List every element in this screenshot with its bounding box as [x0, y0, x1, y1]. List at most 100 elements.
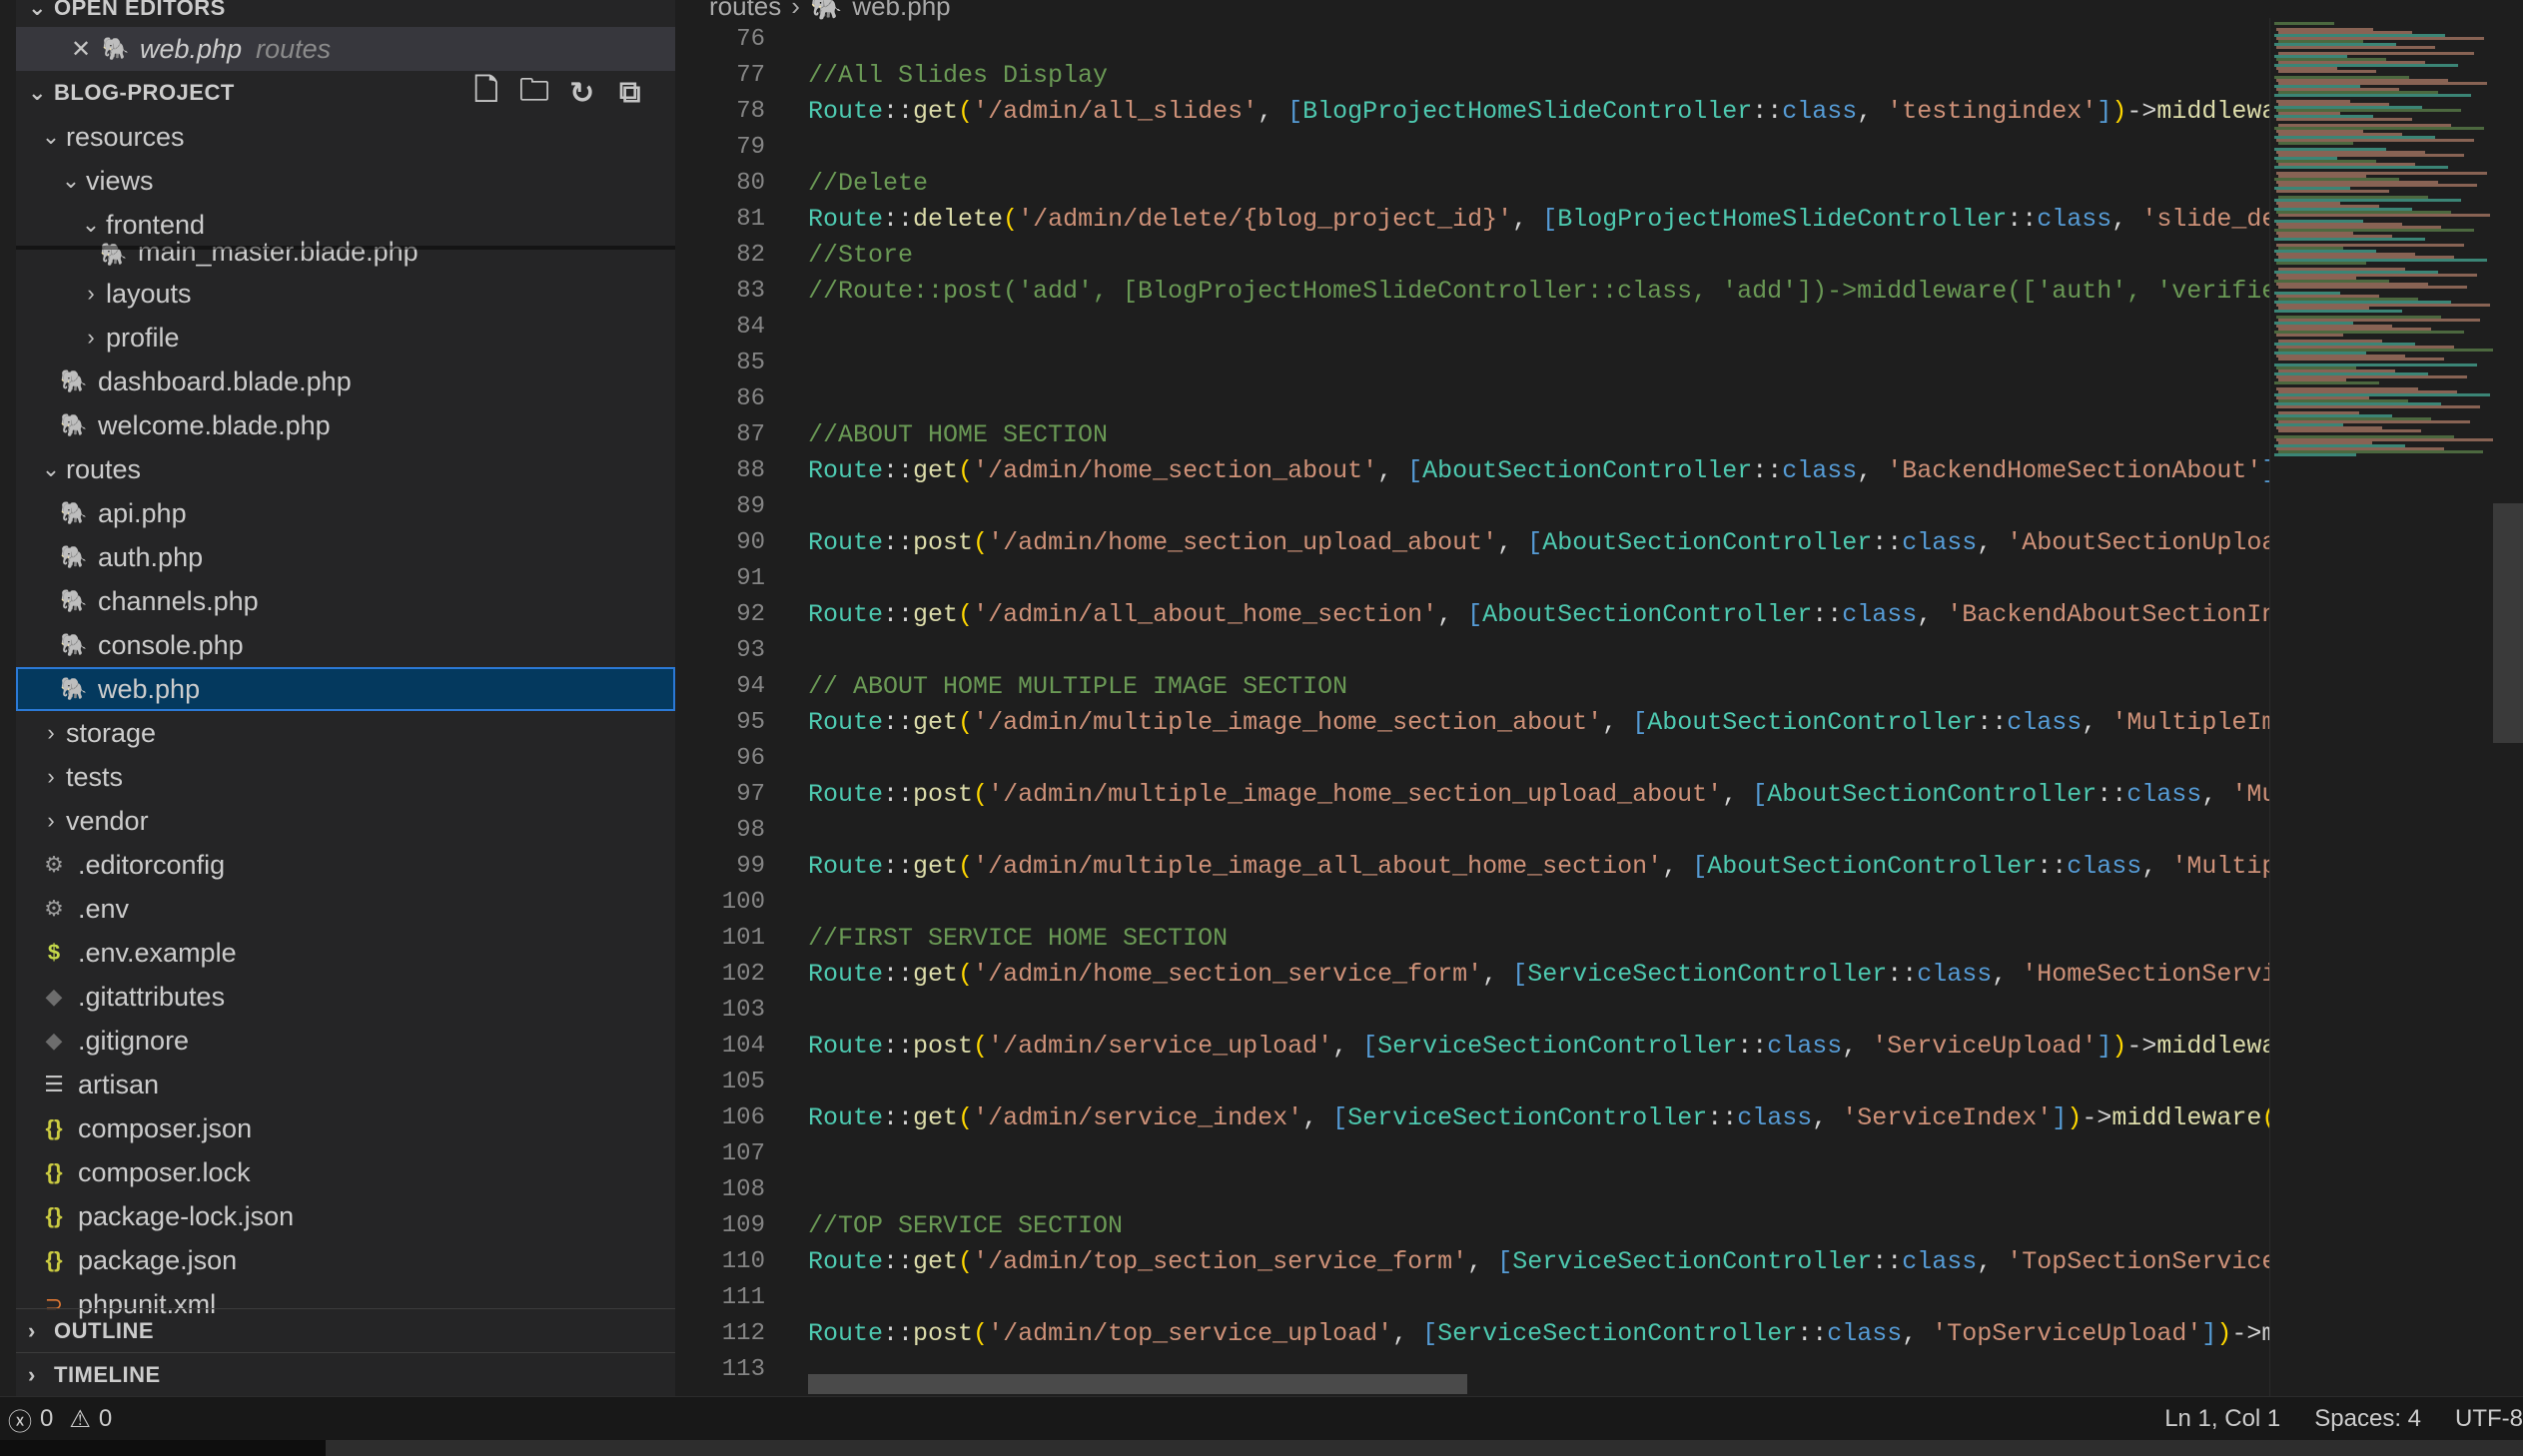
code-line[interactable] [808, 489, 2269, 525]
problems-indicator[interactable]: ⓧ 0 ⚠ 0 [8, 1402, 112, 1437]
horizontal-scrollbar[interactable] [808, 1374, 1467, 1394]
code-line[interactable]: Route::post('/admin/top_service_upload',… [808, 1316, 2269, 1352]
tree-item-package-lock[interactable]: {} package-lock.json [16, 1194, 675, 1238]
tree-item-artisan[interactable]: ☰ artisan [16, 1063, 675, 1106]
project-header[interactable]: ⌄ BLOG-PROJECT 🗋 🗀 ↻ ⧉ [16, 71, 675, 115]
tree-item-gitattributes[interactable]: ◆ .gitattributes [16, 975, 675, 1019]
tree-item-composer-json[interactable]: {} composer.json [16, 1106, 675, 1150]
code-line[interactable]: Route::get('/admin/multiple_image_all_ab… [808, 849, 2269, 885]
tree-item-gitignore[interactable]: ◆ .gitignore [16, 1019, 675, 1063]
tree-item-layouts[interactable]: › layouts [16, 272, 675, 316]
tree-item-env[interactable]: ⚙ .env [16, 887, 675, 931]
tree-item-label: composer.json [78, 1112, 253, 1143]
code-area[interactable]: //All Slides Display Route::get('/admin/a… [808, 22, 2269, 1388]
code-token: get [913, 960, 959, 989]
tree-item-composer-lock[interactable]: {} composer.lock [16, 1150, 675, 1194]
code-line[interactable]: //TOP SERVICE SECTION [808, 1208, 2269, 1244]
code-line[interactable]: //Store [808, 238, 2269, 274]
outline-header[interactable]: › OUTLINE [16, 1309, 675, 1353]
tree-item-welcome[interactable]: 🐘 welcome.blade.php [16, 403, 675, 447]
refresh-icon[interactable]: ↻ [567, 76, 597, 111]
tree-item-storage[interactable]: › storage [16, 711, 675, 755]
code-line[interactable]: //FIRST SERVICE HOME SECTION [808, 921, 2269, 957]
code-line[interactable] [808, 813, 2269, 849]
code-line[interactable]: Route::get('/admin/all_slides', [BlogPro… [808, 94, 2269, 130]
collapse-all-icon[interactable]: ⧉ [615, 76, 645, 110]
breadcrumb-file[interactable]: web.php [852, 0, 950, 22]
vertical-scrollbar[interactable] [2493, 503, 2523, 743]
open-editor-item[interactable]: ✕ 🐘 web.php routes [16, 27, 675, 71]
timeline-header[interactable]: › TIMELINE [16, 1353, 675, 1396]
code-line[interactable] [808, 633, 2269, 669]
tree-item-main-master[interactable]: 🐘 main_master.blade.php [16, 238, 675, 268]
php-file-icon: 🐘 [809, 0, 843, 21]
code-line[interactable]: Route::post('/admin/home_section_upload_… [808, 525, 2269, 561]
tree-item-vendor[interactable]: › vendor [16, 799, 675, 843]
code-line[interactable] [808, 130, 2269, 166]
cursor-position[interactable]: Ln 1, Col 1 [2164, 1405, 2280, 1433]
code-line[interactable] [808, 1136, 2269, 1172]
code-line[interactable] [808, 741, 2269, 777]
code-line[interactable] [808, 381, 2269, 417]
code-line[interactable]: Route::post('/admin/service_upload', [Se… [808, 1029, 2269, 1065]
new-folder-icon[interactable]: 🗀 [519, 68, 549, 119]
code-token: ( [958, 1247, 974, 1276]
tree-item-api[interactable]: 🐘 api.php [16, 491, 675, 535]
code-token: //ABOUT HOME SECTION [808, 420, 1109, 449]
code-line[interactable]: // ABOUT HOME MULTIPLE IMAGE SECTION [808, 669, 2269, 705]
project-title: BLOG-PROJECT [54, 80, 235, 105]
line-number: 76 [736, 26, 765, 53]
code-line[interactable] [808, 1065, 2269, 1100]
tree-item-package-json[interactable]: {} package.json [16, 1238, 675, 1282]
breadcrumb-folder[interactable]: routes [709, 0, 781, 22]
tree-item-env-example[interactable]: $ .env.example [16, 931, 675, 975]
close-icon[interactable]: ✕ [64, 35, 98, 64]
code-token: post [913, 1032, 974, 1061]
code-line[interactable]: Route::get('/admin/home_section_about', … [808, 453, 2269, 489]
indentation[interactable]: Spaces: 4 [2314, 1405, 2421, 1433]
tree-item-auth[interactable]: 🐘 auth.php [16, 535, 675, 579]
minimap[interactable] [2269, 18, 2523, 1396]
tree-item-profile[interactable]: › profile [16, 316, 675, 360]
code-token: ServiceSectionController [1347, 1103, 1708, 1132]
tree-item-dashboard[interactable]: 🐘 dashboard.blade.php [16, 360, 675, 403]
code-line[interactable] [808, 1280, 2269, 1316]
encoding[interactable]: UTF-8 [2455, 1405, 2523, 1433]
code-line[interactable] [808, 561, 2269, 597]
code-line[interactable]: Route::delete('/admin/delete/{blog_proje… [808, 202, 2269, 238]
code-line[interactable]: Route::get('/admin/top_section_service_f… [808, 1244, 2269, 1280]
code-line[interactable] [808, 1172, 2269, 1208]
code-line[interactable]: Route::get('/admin/service_index', [Serv… [808, 1100, 2269, 1136]
code-line[interactable]: Route::post('/admin/multiple_image_home_… [808, 777, 2269, 813]
code-line[interactable]: Route::get('/admin/multiple_image_home_s… [808, 705, 2269, 741]
code-token: [ [1332, 1103, 1348, 1132]
code-token: 'ServiceUpload' [1872, 1032, 2098, 1061]
code-token: , [1662, 852, 1693, 881]
code-line[interactable]: //All Slides Display [808, 58, 2269, 94]
tree-item-web[interactable]: 🐘 web.php [16, 667, 675, 711]
tree-item-console[interactable]: 🐘 console.php [16, 623, 675, 667]
tree-item-routes[interactable]: ⌄ routes [16, 447, 675, 491]
tree-item-editorconfig[interactable]: ⚙ .editorconfig [16, 843, 675, 887]
code-line[interactable] [808, 310, 2269, 346]
code-line[interactable] [808, 885, 2269, 921]
line-number: 87 [736, 421, 765, 448]
tree-item-resources[interactable]: ⌄ resources [16, 115, 675, 159]
tree-item-views[interactable]: ⌄ views [16, 159, 675, 203]
tree-item-channels[interactable]: 🐘 channels.php [16, 579, 675, 623]
new-file-icon[interactable]: 🗋 [471, 68, 501, 119]
code-token: class [1902, 528, 1978, 557]
code-line[interactable] [808, 993, 2269, 1029]
code-token: '/admin/all_about_home_section' [973, 600, 1438, 629]
code-line[interactable] [808, 22, 2269, 58]
code-line[interactable]: Route::get('/admin/all_about_home_sectio… [808, 597, 2269, 633]
open-editors-header[interactable]: ⌄ OPEN EDITORS [16, 0, 675, 30]
code-line[interactable]: //Delete [808, 166, 2269, 202]
code-line[interactable]: //ABOUT HOME SECTION [808, 417, 2269, 453]
code-line[interactable]: Route::get('/admin/home_section_service_… [808, 957, 2269, 993]
code-line[interactable]: //Route::post('add', [BlogProjectHomeSli… [808, 274, 2269, 310]
code-line[interactable] [808, 346, 2269, 381]
tree-item-tests[interactable]: › tests [16, 755, 675, 799]
code-editor[interactable]: routes › 🐘 web.php 76 77 78 79 80 81 82 83 84 85 8… [675, 0, 2523, 1396]
code-token: , [1812, 1103, 1843, 1132]
